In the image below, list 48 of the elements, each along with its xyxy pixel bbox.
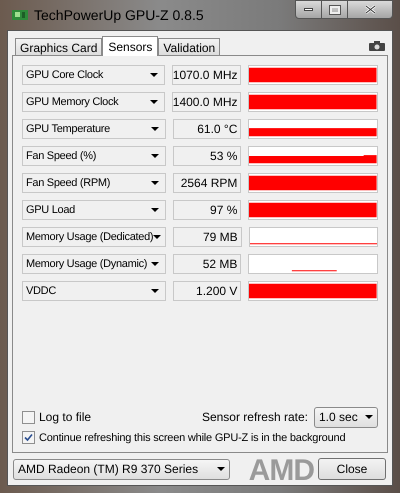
sensor-name-dropdown[interactable]: GPU Load [22, 200, 166, 220]
sensor-name-dropdown[interactable]: Memory Usage (Dynamic) [22, 254, 166, 274]
sensor-name-dropdown[interactable]: GPU Memory Clock [22, 92, 166, 112]
caret-icon [150, 100, 158, 104]
sensor-value: 79 MB [173, 227, 242, 247]
sensor-name-dropdown[interactable]: Fan Speed (%) [22, 146, 166, 166]
refresh-rate-label: Sensor refresh rate: [202, 409, 308, 426]
sensor-value: 2564 RPM [172, 173, 242, 193]
sensor-name-dropdown[interactable]: Memory Usage (Dedicated) [22, 227, 166, 247]
close-button[interactable]: Close [318, 458, 386, 480]
caret-icon [150, 181, 159, 185]
refresh-rate-dropdown[interactable]: 1.0 sec [314, 406, 378, 428]
sensor-name-dropdown[interactable]: GPU Core Clock [22, 65, 166, 85]
tab[interactable]: Graphics Card [15, 38, 102, 55]
app-icon [12, 8, 28, 22]
tab[interactable]: Sensors [102, 36, 158, 56]
minimize-button[interactable] [295, 0, 322, 19]
checkbox[interactable] [22, 431, 35, 444]
sensor-value: 52 MB [172, 254, 242, 274]
checkbox-label: Continue refreshing this screen while GPU-Z is in the background [39, 430, 346, 446]
sensor-value: 97 % [172, 200, 242, 220]
sensor-value: 1.200 V [172, 281, 242, 301]
maximize-button[interactable] [322, 0, 348, 19]
sensor-value: 53 % [172, 146, 242, 166]
caret-icon [153, 235, 162, 239]
window-title: TechPowerUp GPU-Z 0.8.5 [34, 6, 204, 25]
checkbox[interactable] [22, 410, 35, 424]
sensor-name-dropdown[interactable]: Fan Speed (RPM) [22, 173, 166, 193]
caret-icon [365, 415, 373, 419]
sensor-value: 1070.0 MHz [172, 65, 242, 85]
caret-icon [150, 154, 159, 158]
checkbox-label: Log to file [39, 409, 92, 426]
tab[interactable]: Validation [158, 38, 220, 55]
sensor-value: 1400.0 MHz [172, 92, 242, 112]
caret-icon [150, 289, 159, 293]
logo: AMD [248, 456, 314, 486]
sensor-value: 61.0 °C [172, 119, 242, 139]
caret-icon [150, 73, 158, 77]
caret-icon [150, 262, 159, 266]
caret-icon [217, 467, 225, 471]
close-button[interactable] [348, 0, 393, 19]
sensor-name-dropdown[interactable]: GPU Temperature [22, 119, 166, 139]
caret-icon [150, 208, 159, 212]
close-icon [364, 5, 376, 14]
sensor-name-dropdown[interactable]: VDDC [22, 281, 166, 301]
caret-icon [150, 127, 159, 131]
gpu-select-dropdown[interactable]: AMD Radeon (TM) R9 370 Series [13, 458, 230, 480]
camera-icon[interactable] [369, 41, 385, 51]
